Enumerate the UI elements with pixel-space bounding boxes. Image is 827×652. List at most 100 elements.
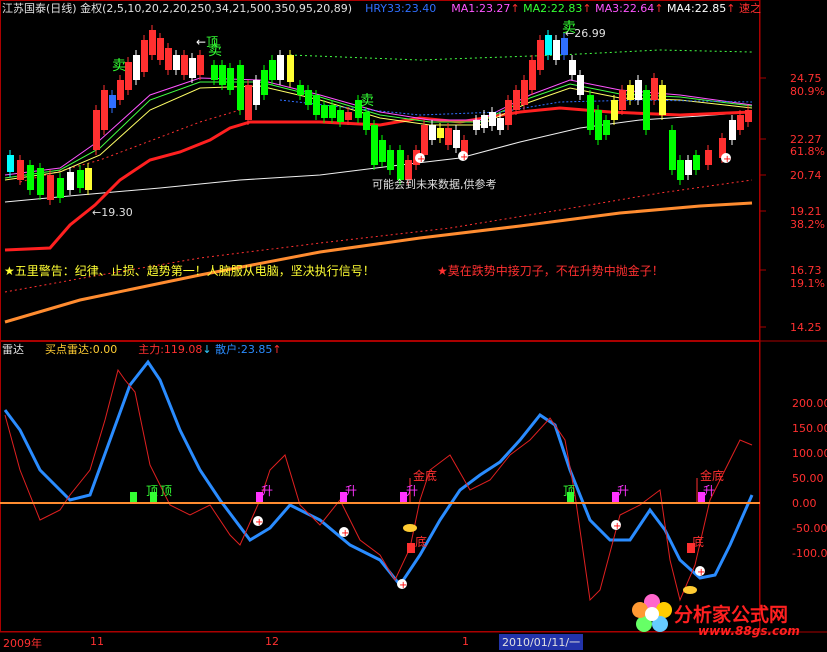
radar-top-marker: 顶 xyxy=(563,484,576,498)
candle-body xyxy=(611,100,618,120)
retail-value: 散户:23.85 xyxy=(215,343,273,356)
candle-body xyxy=(269,60,276,80)
radar-top-marker: 顶 xyxy=(160,484,173,498)
indicator-speed: 速之 xyxy=(738,2,761,15)
buy-radar-value: 买点雷达:0.00 xyxy=(45,343,118,356)
candle-body xyxy=(429,125,436,140)
radar-rise-marker: 升 xyxy=(345,484,358,498)
indicator-ma1: MA1:23.27 xyxy=(451,2,511,15)
candle-body xyxy=(421,125,428,155)
candle-body xyxy=(497,118,504,130)
candle-body xyxy=(705,150,712,165)
candle-body xyxy=(619,90,626,110)
candle-body xyxy=(595,110,602,140)
candle-body xyxy=(321,105,328,118)
radar-buy-icon: + xyxy=(341,528,349,539)
candle-body xyxy=(125,62,132,90)
radar-rise-marker: 升 xyxy=(703,484,716,498)
radar-axis-label: -100.00 xyxy=(792,547,827,560)
sell-marker: 卖 xyxy=(112,58,126,74)
candle-body xyxy=(737,115,744,130)
candle-body xyxy=(93,110,100,150)
candle-body xyxy=(17,160,24,180)
candle-body xyxy=(133,55,140,80)
sell-marker: 卖 xyxy=(360,93,374,109)
radar-axis-label: 150.00 xyxy=(792,422,827,435)
radar-bottom-bar xyxy=(407,543,415,553)
arrow-left-icon: ← xyxy=(565,27,575,40)
candle-body xyxy=(329,105,336,118)
gold-ingot-icon xyxy=(403,524,417,532)
candle-body xyxy=(729,120,736,140)
buy-signal-icon: + xyxy=(723,154,731,165)
candle-body xyxy=(109,95,116,108)
candle-body xyxy=(57,178,64,198)
sell-marker: 卖 xyxy=(208,43,222,59)
candle-body xyxy=(337,110,344,122)
low-price-label: ←19.30 xyxy=(92,206,133,219)
indicator-ma2: MA2:22.83 xyxy=(523,2,583,15)
candle-body xyxy=(261,70,268,95)
retail-line xyxy=(3,359,754,588)
up-arrow-icon: ↑ xyxy=(272,343,282,356)
candle-body xyxy=(521,80,528,105)
stock-title[interactable]: 江苏国泰(日线) xyxy=(2,2,77,15)
candle-body xyxy=(165,48,172,70)
radar-rise-marker: 升 xyxy=(406,484,419,498)
candle-body xyxy=(685,160,692,175)
main-force-line xyxy=(4,368,753,602)
up-arrow-icon: ↑ xyxy=(654,2,664,15)
candle-body xyxy=(77,170,84,188)
candle-body xyxy=(253,80,260,105)
candle-body xyxy=(7,155,14,172)
arrow-left-icon: ← xyxy=(196,35,207,49)
cursor-date-label[interactable]: 2010/01/11/一 xyxy=(499,634,584,650)
candle-body xyxy=(297,85,304,95)
candle-body xyxy=(363,112,370,130)
indicator-header: 雷达 买点雷达:0.00 主力:119.08↓ 散户:23.85↑ xyxy=(2,343,282,357)
adjust-mode[interactable]: 金权 xyxy=(80,2,102,15)
candle-body xyxy=(745,110,752,122)
candle-body xyxy=(85,168,92,190)
candle-body xyxy=(577,75,584,95)
candle-body xyxy=(181,55,188,75)
candle-body xyxy=(197,55,204,75)
radar-axis-label: -50.00 xyxy=(792,522,827,535)
time-label: 11 xyxy=(90,635,104,648)
time-label: 1 xyxy=(462,635,469,648)
candle-body xyxy=(387,150,394,170)
price-label: 24.75 xyxy=(790,72,822,85)
candle-body xyxy=(37,168,44,195)
main-force-value: 主力:119.08 xyxy=(138,343,203,356)
price-label: 20.74 xyxy=(790,169,822,182)
candle-body xyxy=(27,165,34,190)
candle-body xyxy=(149,30,156,55)
candle-body xyxy=(635,80,642,100)
candle-body xyxy=(453,130,460,148)
candle-body xyxy=(287,55,294,82)
radar-buy-icon: + xyxy=(697,567,705,578)
warning-left: ★五里警告：纪律、止损、趋势第一！人脑服从电脑，坚决执行信号！ xyxy=(4,264,375,278)
candle-body xyxy=(237,65,244,110)
price-label: 14.25 xyxy=(790,321,822,334)
radar-buy-icon: + xyxy=(399,580,407,591)
radar-axis-label: 0.00 xyxy=(792,497,817,510)
candle-body xyxy=(189,58,196,78)
price-axis-ticks xyxy=(760,77,766,328)
flower-logo-icon xyxy=(630,592,674,636)
candle-body xyxy=(371,125,378,165)
radar-bottom-marker: 底 xyxy=(415,535,428,549)
candle-body xyxy=(669,130,676,170)
watermark-title: 分析家公式网 xyxy=(674,604,789,626)
candle-body xyxy=(481,115,488,128)
candle-body xyxy=(545,35,552,55)
arrow-left-icon: ← xyxy=(92,206,102,219)
indicator-name[interactable]: 雷达 xyxy=(2,343,24,356)
candle-body xyxy=(569,60,576,75)
chart-canvas[interactable]: + + + + + + + + xyxy=(0,0,827,652)
price-label: 19.21 xyxy=(790,205,822,218)
radar-rise-marker: 升 xyxy=(261,484,274,498)
candle-body xyxy=(561,38,568,55)
fib-label: 61.8% xyxy=(790,145,825,158)
candle-body xyxy=(603,120,610,135)
